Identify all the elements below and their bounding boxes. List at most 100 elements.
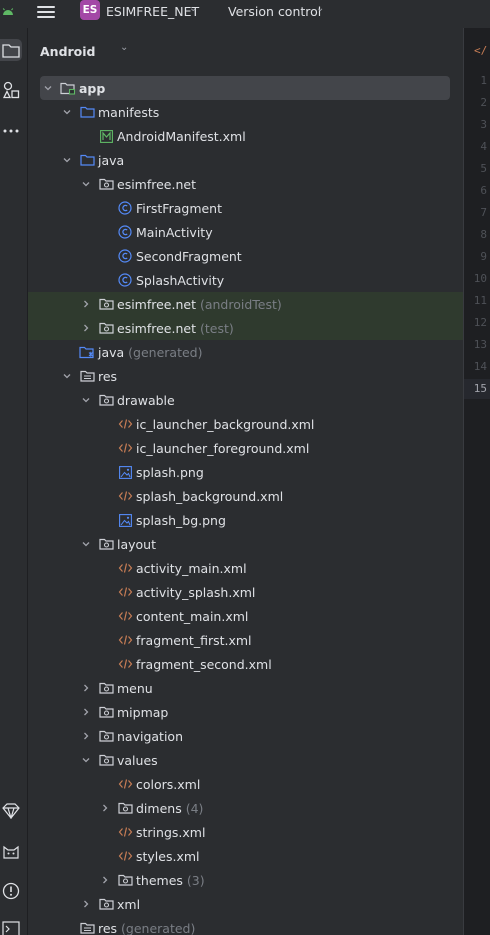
tree-folder-item[interactable]: menu (28, 676, 463, 700)
cat-icon[interactable] (0, 841, 22, 863)
tree-folder-item[interactable]: layout (28, 532, 463, 556)
xml-icon (117, 436, 133, 460)
more-icon[interactable] (0, 120, 22, 142)
tree-item-label: content_main.xml (136, 608, 249, 624)
package-icon (98, 748, 114, 772)
tree-item-label: AndroidManifest.xml (117, 128, 246, 144)
chevron-right-icon[interactable] (99, 868, 111, 892)
resource-manager-icon[interactable] (0, 79, 22, 101)
tree-folder-item[interactable]: java (28, 148, 463, 172)
chevron-down-icon[interactable]: ⌄ (120, 42, 128, 53)
tree-folder-item[interactable]: drawable (28, 388, 463, 412)
tree-folder-item[interactable]: manifests (28, 100, 463, 124)
tree-item-label: res (generated) (98, 920, 196, 935)
tree-file-item[interactable]: splash.png (28, 460, 463, 484)
tree-file-item[interactable]: java (generated) (28, 340, 463, 364)
chevron-down-icon[interactable] (61, 100, 73, 124)
chevron-right-icon[interactable] (99, 796, 111, 820)
tree-file-item[interactable]: SplashActivity (28, 268, 463, 292)
tree-file-item[interactable]: ic_launcher_foreground.xml (28, 436, 463, 460)
tree-file-item[interactable]: FirstFragment (28, 196, 463, 220)
tree-folder-item[interactable]: mipmap (28, 700, 463, 724)
tree-folder-item[interactable]: xml (28, 892, 463, 916)
tree-folder-item[interactable]: esimfree.net (test) (28, 316, 463, 340)
tree-file-item[interactable]: AndroidManifest.xml (28, 124, 463, 148)
project-name[interactable]: ESIMFREE_NET (106, 4, 199, 19)
tree-file-item[interactable]: activity_main.xml (28, 556, 463, 580)
tree-item-suffix: (test) (196, 320, 234, 336)
chevron-right-icon[interactable] (80, 292, 92, 316)
tree-folder-item[interactable]: themes (3) (28, 868, 463, 892)
line-number: 2 (480, 96, 487, 109)
line-number: 11 (473, 294, 487, 307)
tree-item-label: themes (3) (136, 872, 205, 888)
gem-icon[interactable] (0, 800, 22, 822)
tree-folder-item[interactable]: values (28, 748, 463, 772)
tree-item-label: strings.xml (136, 824, 206, 840)
tree-item-label: fragment_second.xml (136, 656, 272, 672)
chevron-right-icon[interactable] (80, 700, 92, 724)
version-control-menu[interactable]: Version control (228, 4, 321, 19)
view-selector[interactable]: Android (40, 44, 96, 59)
tree-item-label: esimfree.net (androidTest) (117, 296, 282, 312)
tree-file-item[interactable]: colors.xml (28, 772, 463, 796)
project-folder-icon[interactable] (0, 39, 22, 61)
tree-item-label: manifests (98, 104, 160, 120)
tree-file-item[interactable]: content_main.xml (28, 604, 463, 628)
tree-file-item[interactable]: fragment_second.xml (28, 652, 463, 676)
line-number: 8 (480, 228, 487, 241)
tree-file-item[interactable]: activity_splash.xml (28, 580, 463, 604)
tree-file-item[interactable]: SecondFragment (28, 244, 463, 268)
line-number: 6 (480, 184, 487, 197)
chevron-down-icon[interactable] (80, 388, 92, 412)
xml-tab-icon[interactable]: </ (474, 44, 487, 57)
terminal-icon[interactable] (0, 918, 22, 935)
tree-folder-item[interactable]: esimfree.net (28, 172, 463, 196)
chevron-down-icon[interactable] (80, 172, 92, 196)
tree-item-label: SplashActivity (136, 272, 225, 288)
tree-file-item[interactable]: strings.xml (28, 820, 463, 844)
chevron-down-icon[interactable] (42, 76, 54, 100)
chevron-right-icon[interactable] (80, 316, 92, 340)
tree-folder-item[interactable]: app (40, 76, 450, 100)
chevron-down-icon[interactable]: ⌄ (189, 3, 197, 14)
folder-icon (79, 100, 95, 124)
line-number: 10 (473, 272, 487, 285)
tree-item-label: res (98, 368, 118, 384)
res-folder-icon (79, 916, 95, 935)
tree-folder-item[interactable]: navigation (28, 724, 463, 748)
package-icon (98, 292, 114, 316)
tree-file-item[interactable]: styles.xml (28, 844, 463, 868)
tree-file-item[interactable]: splash_bg.png (28, 508, 463, 532)
chevron-down-icon[interactable] (61, 148, 73, 172)
xml-icon (117, 772, 133, 796)
tree-item-label: colors.xml (136, 776, 201, 792)
chevron-right-icon[interactable] (80, 724, 92, 748)
tree-file-item[interactable]: MainActivity (28, 220, 463, 244)
problems-icon[interactable] (0, 880, 22, 902)
chevron-down-icon[interactable] (80, 748, 92, 772)
line-number: 13 (473, 338, 487, 351)
chevron-down-icon[interactable]: ⌄ (316, 3, 324, 14)
main-menu-button[interactable] (37, 3, 55, 19)
chevron-right-icon[interactable] (80, 892, 92, 916)
tree-folder-item[interactable]: dimens (4) (28, 796, 463, 820)
tree-item-label: esimfree.net (117, 176, 196, 192)
tree-folder-item[interactable]: esimfree.net (androidTest) (28, 292, 463, 316)
generated-folder-icon (79, 340, 95, 364)
line-number: 1 (480, 74, 487, 87)
xml-icon (117, 604, 133, 628)
package-icon (117, 868, 133, 892)
chevron-down-icon[interactable] (61, 364, 73, 388)
project-badge[interactable]: ES (80, 0, 100, 20)
tree-folder-item[interactable]: res (28, 364, 463, 388)
tree-item-label: SecondFragment (136, 248, 242, 264)
tree-file-item[interactable]: ic_launcher_background.xml (28, 412, 463, 436)
tree-file-item[interactable]: fragment_first.xml (28, 628, 463, 652)
tree-file-item[interactable]: splash_background.xml (28, 484, 463, 508)
package-icon (98, 700, 114, 724)
tree-file-item[interactable]: res (generated) (28, 916, 463, 935)
chevron-right-icon[interactable] (80, 676, 92, 700)
chevron-down-icon[interactable] (80, 532, 92, 556)
tree-item-label: navigation (117, 728, 183, 744)
